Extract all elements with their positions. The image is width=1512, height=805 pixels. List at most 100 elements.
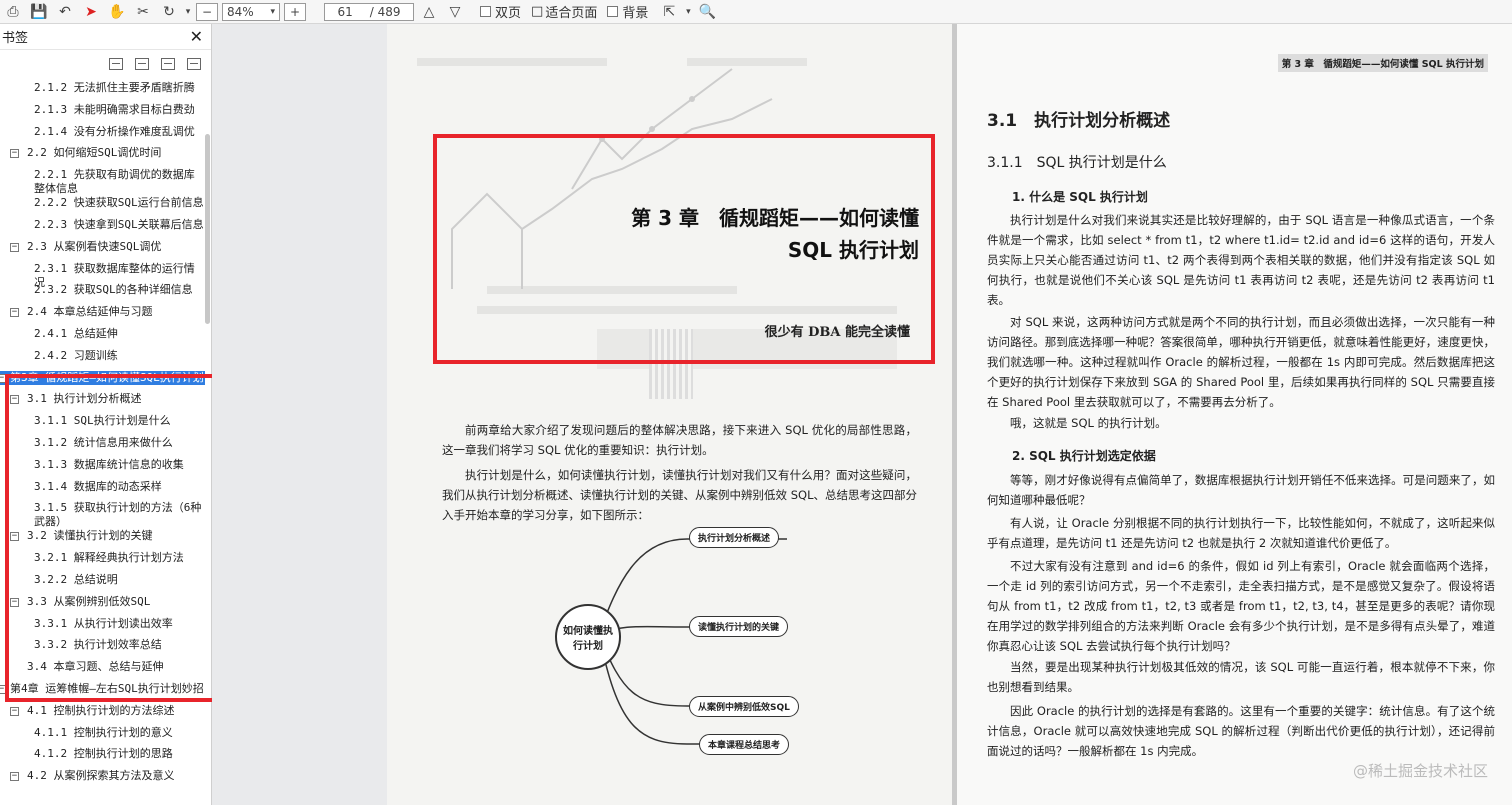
bookmark-item[interactable]: −4.2 从案例探索其方法及意义 (0, 769, 205, 783)
fit-page-label: 适合页面 (545, 6, 598, 21)
add-bookmark-icon[interactable] (161, 58, 175, 70)
bookmark-item[interactable]: 2.1.4 没有分析操作难度乱调优 (0, 125, 205, 139)
back-icon[interactable]: ↶ (54, 1, 76, 23)
search-icon[interactable]: 🔍 (696, 1, 718, 23)
print-icon[interactable]: ⎙ (2, 1, 24, 23)
body-paragraph-1: 执行计划是什么对我们来说其实还是比较好理解的，由于 SQL 语言是一种像瓜式语言… (987, 213, 1495, 307)
body-paragraph-3: 哦，这就是 SQL 的执行计划。 (1010, 416, 1167, 430)
body-paragraph-8: 因此 Oracle 的执行计划的选择是有套路的。这里有一个重要的关键字：统计信息… (987, 704, 1495, 758)
bookmark-label: 2.2 如何缩短SQL调优时间 (27, 146, 162, 160)
bookmark-item[interactable]: 2.1.3 未能明确需求目标白费劲 (0, 103, 205, 117)
mindmap-branch-3: 从案例中辨别低效SQL (689, 696, 799, 717)
zoom-in-button[interactable]: + (284, 2, 306, 21)
body-paragraph-7: 当然，要是出现某种执行计划极其低效的情况，该 SQL 可能一直运行着，根本就停不… (987, 660, 1495, 694)
bookmark-item[interactable]: 2.2.3 快速拿到SQL关联幕后信息 (0, 218, 205, 232)
scissors-icon[interactable]: ✂ (132, 1, 154, 23)
bookmark-label: 4.2 从案例探索其方法及意义 (27, 769, 175, 783)
next-page-icon[interactable]: ▽ (444, 1, 466, 23)
expand-all-icon[interactable] (135, 58, 149, 70)
fullscreen-dropdown-icon[interactable]: ▾ (684, 1, 692, 23)
toolbar: ⎙ 💾 ↶ ➤ ✋ ✂ ↻ ▾ − 84% ▾ + 61 / 489 △ ▽ 双… (0, 0, 1512, 24)
bookmark-item[interactable]: −2.3 从案例看快速SQL调优 (0, 240, 205, 254)
zoom-value: 84% (227, 4, 254, 19)
body-paragraph-6: 不过大家有没有注意到 and id=6 的条件，假如 id 列上有索引，Orac… (987, 559, 1495, 653)
highlight-box-chapter-title (433, 134, 935, 364)
mindmap-branch-1: 执行计划分析概述 (689, 527, 780, 548)
watermark: @稀土掘金技术社区 (1352, 762, 1488, 780)
page-current: 61 (337, 4, 353, 19)
bookmark-item[interactable]: −2.2 如何缩短SQL调优时间 (0, 146, 205, 160)
mindmap-branch-2: 读懂执行计划的关键 (689, 616, 789, 637)
rotate-icon[interactable]: ↻ (158, 1, 180, 23)
body-paragraph-2: 对 SQL 来说，这两种访问方式就是两个不同的执行计划，而且必须做出选择，一次只… (987, 315, 1495, 409)
bookmark-label: 2.4.2 习题训练 (34, 348, 118, 362)
expand-toggle-icon[interactable]: − (10, 772, 19, 782)
bookmark-label: 2.2.1 先获取有助调优的数据库整体信息 (34, 168, 195, 196)
background-label: 背景 (622, 6, 649, 21)
sidebar-header: 书签 ✕ (0, 24, 211, 50)
bookmark-label: 4.1.1 控制执行计划的意义 (34, 725, 173, 739)
zoom-out-button[interactable]: − (196, 2, 218, 21)
fullscreen-icon[interactable]: ⇱ (658, 1, 680, 23)
fit-page-icon: □ (531, 4, 544, 19)
bookmark-label: 2.1.2 无法抓住主要矛盾瞎折腾 (34, 81, 195, 94)
intro-paragraph-1: 前两章给大家介绍了发现问题后的整体解决思路，接下来进入 SQL 优化的局部性思路… (442, 423, 917, 457)
expand-toggle-icon[interactable]: − (10, 242, 19, 252)
rotate-dropdown-icon[interactable]: ▾ (184, 1, 192, 23)
bookmark-label: 2.2.2 快速获取SQL运行台前信息 (34, 196, 204, 210)
page-right: 第 3 章 循规蹈矩——如何读懂 SQL 执行计划 3.1 执行计划分析概述 3… (957, 24, 1512, 805)
bookmark-label: 2.4 本章总结延伸与习题 (27, 305, 153, 319)
subsection-heading: 3.1.1 SQL 执行计划是什么 (987, 155, 1167, 171)
bookmark-item[interactable]: 2.4.1 总结延伸 (0, 327, 205, 341)
zoom-dropdown-icon: ▾ (270, 6, 275, 17)
expand-toggle-icon[interactable]: − (10, 149, 19, 159)
zoom-input[interactable]: 84% ▾ (222, 2, 280, 21)
bookmark-label: 2.2.3 快速拿到SQL关联幕后信息 (34, 218, 204, 231)
sidebar-scrollbar[interactable] (205, 134, 210, 324)
bookmark-label: 2.3.2 获取SQL的各种详细信息 (34, 283, 193, 297)
intro-paragraph-2: 执行计划是什么，如何读懂执行计划，读懂执行计划对我们又有什么用？面对这些疑问，我… (442, 468, 917, 522)
bookmark-item[interactable]: 2.3.2 获取SQL的各种详细信息 (0, 283, 205, 297)
topic-heading-2: 2. SQL 执行计划选定依据 (1012, 449, 1156, 463)
bookmark-item[interactable]: 2.2.1 先获取有助调优的数据库整体信息 (0, 168, 205, 196)
bookmark-item[interactable]: 4.1.2 控制执行计划的思路 (0, 747, 205, 761)
bookmark-item[interactable]: 2.2.2 快速获取SQL运行台前信息 (0, 196, 205, 210)
bookmark-item[interactable]: 2.1.2 无法抓住主要矛盾瞎折腾 (0, 81, 205, 95)
bookmark-item[interactable]: −2.4 本章总结延伸与习题 (0, 305, 205, 319)
bookmark-label: 2.4.1 总结延伸 (34, 327, 118, 340)
expand-toggle-icon[interactable]: − (10, 308, 19, 318)
fit-page-toggle[interactable]: □ 适合页面 (531, 2, 597, 21)
bookmark-label: 4.1 控制执行计划的方法综述 (27, 703, 175, 717)
background-checkbox (607, 6, 619, 17)
hand-tool-icon[interactable]: ✋ (106, 1, 128, 23)
bookmark-label: 2.3 从案例看快速SQL调优 (27, 239, 162, 253)
double-page-checkbox (480, 6, 491, 17)
highlight-box-bookmarks (5, 374, 225, 702)
page-input[interactable]: 61 / 489 (324, 2, 414, 21)
mindmap-branch-4: 本章课程总结思考 (699, 734, 790, 755)
topic-heading-1: 1. 什么是 SQL 执行计划 (1012, 190, 1148, 204)
close-icon[interactable]: ✕ (190, 27, 203, 46)
bookmark-item[interactable]: 4.1.1 控制执行计划的意义 (0, 726, 205, 740)
page-total: / 489 (369, 4, 401, 19)
running-header: 第 3 章 循规蹈矩——如何读懂 SQL 执行计划 (1277, 54, 1488, 72)
bookmark-item[interactable]: −4.1 控制执行计划的方法综述 (0, 704, 205, 718)
body-paragraph-4: 等等，刚才好像说得有点偏简单了，数据库根据执行计划开销任不低来选择。可是问题来了… (987, 473, 1495, 507)
bookmark-label: 2.1.3 未能明确需求目标白费劲 (34, 102, 195, 116)
sidebar-title: 书签 (2, 31, 29, 46)
double-page-label: 双页 (495, 6, 522, 21)
select-cursor-icon[interactable]: ➤ (80, 1, 102, 23)
expand-toggle-icon[interactable]: − (10, 706, 19, 716)
sidebar-tools (0, 50, 211, 78)
bookmark-icon[interactable] (187, 58, 201, 70)
bookmark-item[interactable]: 2.4.2 习题训练 (0, 349, 205, 363)
double-page-toggle[interactable]: 双页 (480, 2, 521, 21)
collapse-all-icon[interactable] (109, 58, 123, 70)
background-toggle[interactable]: 背景 (607, 2, 648, 21)
body-paragraph-5: 有人说，让 Oracle 分别根据不同的执行计划执行一下，比较性能如何，不就成了… (987, 516, 1495, 550)
prev-page-icon[interactable]: △ (418, 1, 440, 23)
save-icon[interactable]: 💾 (28, 1, 50, 23)
section-heading: 3.1 执行计划分析概述 (987, 111, 1171, 131)
mindmap-center: 如何读懂执行计划 (555, 604, 621, 670)
bookmark-label: 2.1.4 没有分析操作难度乱调优 (34, 124, 195, 138)
